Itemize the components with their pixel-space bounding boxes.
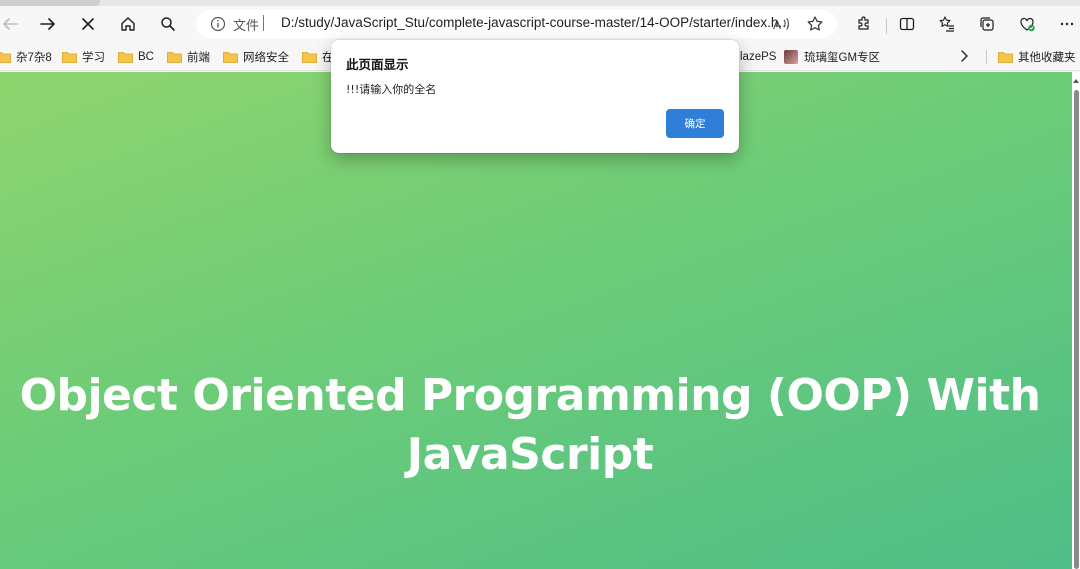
- back-arrow-icon: [3, 18, 18, 30]
- split-screen-icon: [899, 17, 915, 31]
- toolbar-divider: [886, 18, 887, 34]
- puzzle-icon: [858, 16, 869, 30]
- back-button[interactable]: [0, 8, 26, 40]
- folder-icon: [62, 51, 77, 63]
- more-dots-icon: [1060, 22, 1074, 26]
- site-favicon: [784, 49, 798, 64]
- folder-icon: [223, 51, 238, 63]
- address-bar[interactable]: 文件 D:/study/JavaScript_Stu/complete-java…: [196, 10, 837, 38]
- bookmark-label: 杂7杂8: [16, 51, 52, 64]
- folder-icon: [302, 51, 317, 63]
- scroll-thumb[interactable]: [1074, 90, 1079, 569]
- browser-toolbar: 文件 D:/study/JavaScript_Stu/complete-java…: [0, 6, 1080, 42]
- dialog-title: 此页面显示: [346, 57, 409, 72]
- favorite-star-icon[interactable]: [806, 15, 824, 33]
- bookmark-label: 前端: [187, 51, 210, 64]
- chevron-right-icon[interactable]: [956, 48, 972, 64]
- forward-button[interactable]: [32, 8, 64, 40]
- scroll-up-arrow-icon[interactable]: [1073, 78, 1079, 84]
- dialog-message: !!!请输入你的全名: [346, 83, 437, 96]
- bookmark-label: BC: [138, 50, 154, 63]
- home-icon: [121, 17, 135, 31]
- bookmark-folder[interactable]: 网络安全: [223, 48, 289, 65]
- bookmarks-divider: [986, 50, 987, 64]
- bookmark-folder[interactable]: 学习: [62, 48, 105, 65]
- bookmark-folder[interactable]: 前端: [167, 48, 210, 65]
- page-title: Object Oriented Programming (OOP) With J…: [19, 370, 1041, 480]
- extensions-button[interactable]: [848, 8, 880, 40]
- scrollbar[interactable]: [1072, 72, 1080, 569]
- favorites-button[interactable]: [931, 8, 963, 40]
- address-separator: [263, 15, 264, 31]
- folder-icon: [167, 51, 182, 63]
- settings-more-button[interactable]: [1051, 8, 1080, 40]
- other-favorites-folder[interactable]: 其他收藏夹: [998, 48, 1076, 65]
- file-scheme-label: 文件: [233, 18, 260, 33]
- bookmark-label: 学习: [82, 51, 105, 64]
- bookmark-folder[interactable]: BC: [118, 48, 154, 65]
- bookmark-link[interactable]: 琉璃玺GM专区: [784, 48, 880, 65]
- alert-dialog: 此页面显示 !!!请输入你的全名 确定: [331, 40, 739, 153]
- bookmark-label: 琉璃玺GM专区: [804, 51, 881, 64]
- close-icon: [82, 18, 94, 30]
- stop-loading-button[interactable]: [72, 8, 104, 40]
- bookmark-folder[interactable]: 杂7杂8: [0, 48, 52, 65]
- bookmark-label: lazePS: [740, 50, 777, 63]
- folder-icon: [998, 51, 1013, 63]
- search-button[interactable]: [152, 8, 184, 40]
- bookmark-label: 其他收藏夹: [1018, 51, 1076, 64]
- folder-icon: [0, 51, 11, 63]
- split-screen-button[interactable]: [891, 8, 923, 40]
- bookmark-label: 网络安全: [243, 51, 289, 64]
- bookmark-folder[interactable]: 在: [302, 48, 334, 65]
- ok-button[interactable]: 确定: [666, 109, 724, 138]
- favorites-list-icon: [939, 16, 954, 32]
- url-text[interactable]: D:/study/JavaScript_Stu/complete-javascr…: [281, 15, 790, 30]
- heart-pulse-icon: [1020, 17, 1035, 32]
- collections-button[interactable]: [971, 8, 1003, 40]
- collections-icon: [980, 17, 994, 31]
- bookmark-link[interactable]: lazePS: [740, 48, 776, 65]
- svg-text:A: A: [773, 18, 781, 32]
- search-icon: [161, 17, 175, 31]
- info-icon[interactable]: [210, 16, 226, 32]
- read-aloud-icon[interactable]: A: [772, 15, 790, 33]
- home-button[interactable]: [112, 8, 144, 40]
- forward-arrow-icon: [40, 18, 55, 30]
- browser-essentials-button[interactable]: [1011, 8, 1043, 40]
- folder-icon: [118, 51, 133, 63]
